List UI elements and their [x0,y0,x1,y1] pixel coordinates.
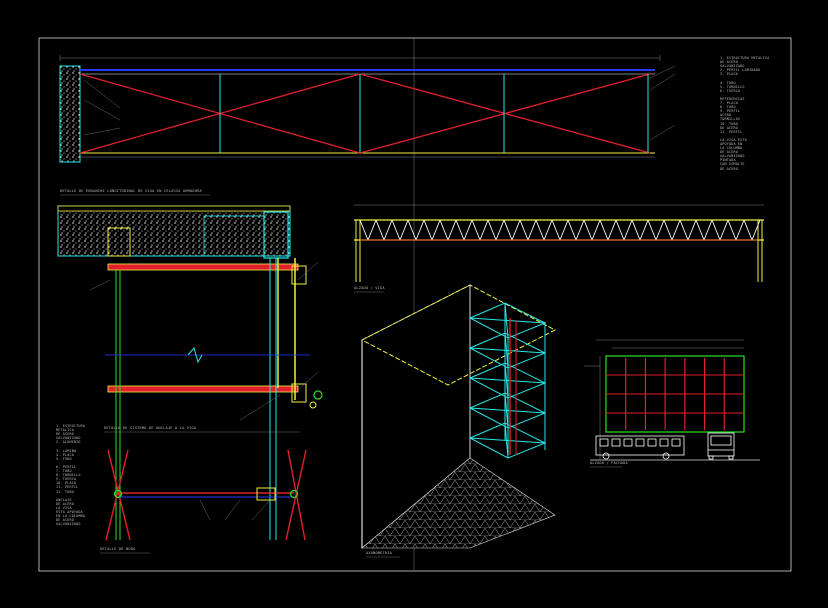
cad-drawing-sheet [38,37,792,572]
caption-node-detail: DETALLE DE NUDO [100,547,136,551]
bus-side-view [595,435,685,460]
caption-isometric: AXONOMETRIA [366,551,392,555]
caption-facade: ALZADO / FACHADA [590,461,628,465]
wall-beam-detail [57,205,323,540]
caption-truss-section: DETALLE DE ENGANCHE LONGITUDINAL DE VIGA… [60,189,202,193]
truss-section-detail [59,55,676,163]
truss-elevation [354,204,764,282]
notes-right: 1. ESTRUCTURA METALICA DE ACERO GALVANIZ… [720,56,770,171]
caption-truss-elevation: ALZADO / VIGA [354,286,385,290]
facade-elevation [584,339,760,461]
bus-front-view [707,432,735,460]
caption-wall-detail: DETALLE DE SISTEMA DE ANCLAJE A LA VIGA [104,426,197,430]
notes-left: 1. ESTRUCTURA METALICA DE ACERO GALVANIZ… [56,424,86,527]
isometric-view [360,284,557,549]
